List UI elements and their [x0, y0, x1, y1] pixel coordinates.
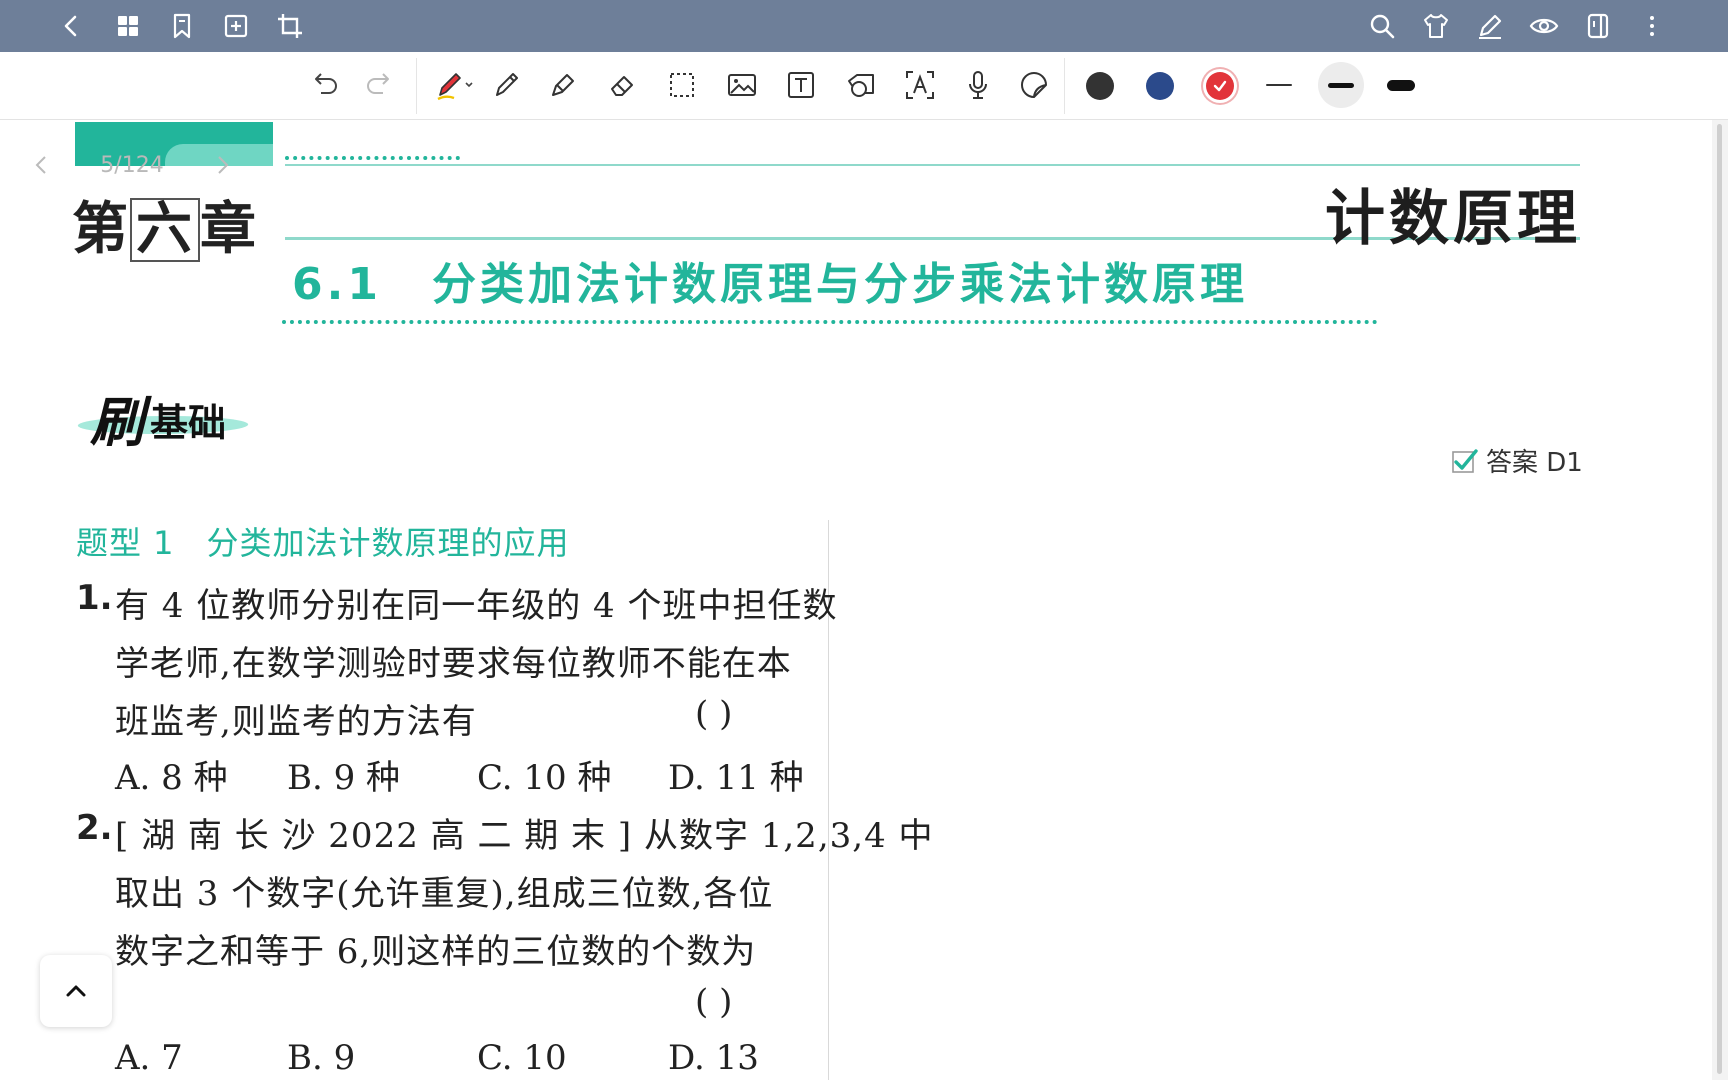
- checkbox-check-icon: [1452, 448, 1478, 473]
- question-text-line: 有 4 位教师分别在同一年级的 4 个班中担任数: [115, 586, 838, 626]
- section-number: 6.1: [292, 259, 382, 310]
- eye-icon[interactable]: [1524, 6, 1564, 46]
- answer-parenthesis: ( ): [695, 982, 733, 1022]
- redo-icon[interactable]: [356, 62, 402, 108]
- undo-icon[interactable]: [302, 62, 348, 108]
- image-icon[interactable]: [719, 62, 765, 108]
- section-dotted-underline: [282, 320, 1378, 324]
- chevron-up-icon: [66, 985, 86, 997]
- answer-parenthesis: ( ): [695, 694, 733, 734]
- question-text-line: 取出 3 个数字(允许重复),组成三位数,各位: [115, 874, 774, 914]
- grid-icon[interactable]: [108, 6, 148, 46]
- header-dotted-line: [285, 156, 460, 160]
- question-text-line: [ 湖 南 长 沙 2022 高 二 期 末 ] 从数字 1,2,3,4 中: [115, 816, 934, 856]
- option-b: B. 9 种: [287, 758, 401, 798]
- add-page-icon[interactable]: [216, 6, 256, 46]
- book-title: 计数原理: [1325, 184, 1581, 254]
- question-number: 2.: [76, 808, 113, 848]
- question-type-heading: 题型 1 分类加法计数原理的应用: [76, 524, 570, 562]
- pencil-icon[interactable]: [484, 62, 530, 108]
- section-title-text: 分类加法计数原理与分步乘法计数原理: [431, 259, 1248, 310]
- text-recognition-icon[interactable]: [897, 62, 943, 108]
- option-c: C. 10: [477, 1038, 567, 1078]
- stroke-medium-selected[interactable]: [1318, 62, 1364, 108]
- option-b: B. 9: [287, 1038, 356, 1078]
- header-rule: [285, 164, 1580, 166]
- toolbar-separator: [1064, 58, 1065, 114]
- page-pager: 5/124: [22, 144, 282, 186]
- crop-icon[interactable]: [270, 6, 310, 46]
- top-app-bar: [0, 0, 1728, 52]
- option-d: D. 11 种: [668, 758, 804, 798]
- chapter-title: 第六章: [72, 197, 258, 262]
- page-indicator: 5/124: [100, 152, 164, 178]
- more-vertical-icon[interactable]: [1632, 6, 1672, 46]
- pen-edit-icon[interactable]: [1470, 6, 1510, 46]
- option-c: C. 10 种: [477, 758, 612, 798]
- back-icon[interactable]: [52, 6, 92, 46]
- lasso-select-icon[interactable]: [659, 62, 705, 108]
- text-box-icon[interactable]: [778, 62, 824, 108]
- eraser-icon[interactable]: [599, 62, 645, 108]
- bookmark-icon[interactable]: [162, 6, 202, 46]
- answer-tag[interactable]: 答案 D1: [1450, 442, 1583, 479]
- sidebar-icon[interactable]: [1578, 6, 1618, 46]
- sticker-icon[interactable]: [1011, 62, 1057, 108]
- search-icon[interactable]: [1362, 6, 1402, 46]
- question-text-line: 学老师,在数学测验时要求每位教师不能在本: [115, 644, 792, 684]
- color-swatch-red-selected[interactable]: [1206, 72, 1234, 100]
- option-d: D. 13: [668, 1038, 759, 1078]
- question-number: 1.: [76, 578, 113, 618]
- stroke-thick[interactable]: [1378, 62, 1424, 108]
- next-page-icon[interactable]: [202, 145, 242, 185]
- scroll-to-top-button[interactable]: [40, 955, 112, 1027]
- shape-icon[interactable]: [838, 62, 884, 108]
- option-a: A. 8 种: [115, 758, 228, 798]
- brush-basics-logo: 刷 基础: [72, 378, 256, 454]
- color-swatch-blue[interactable]: [1146, 72, 1174, 100]
- check-icon: [1213, 80, 1227, 92]
- highlighter-icon[interactable]: [540, 62, 586, 108]
- microphone-icon[interactable]: [955, 62, 1001, 108]
- pen-icon[interactable]: [428, 62, 484, 108]
- section-title: 6.1 分类加法计数原理与分步乘法计数原理: [292, 248, 1248, 312]
- drawing-toolbar: [0, 52, 1728, 120]
- stroke-thin[interactable]: [1256, 62, 1302, 108]
- prev-page-icon[interactable]: [22, 145, 62, 185]
- answer-label: 答案 D1: [1486, 448, 1583, 478]
- document-page[interactable]: 第六章 计数原理 5/124 6.1 分类加法计数原理与分步乘法计数原理 刷 基础…: [0, 120, 1712, 1080]
- question-text-line: 数字之和等于 6,则这样的三位数的个数为: [115, 932, 757, 972]
- shirt-icon[interactable]: [1416, 6, 1456, 46]
- option-a: A. 7: [115, 1038, 183, 1078]
- color-swatch-black[interactable]: [1086, 72, 1114, 100]
- toolbar-separator: [416, 58, 417, 114]
- page-scrollbar[interactable]: [1712, 120, 1728, 1080]
